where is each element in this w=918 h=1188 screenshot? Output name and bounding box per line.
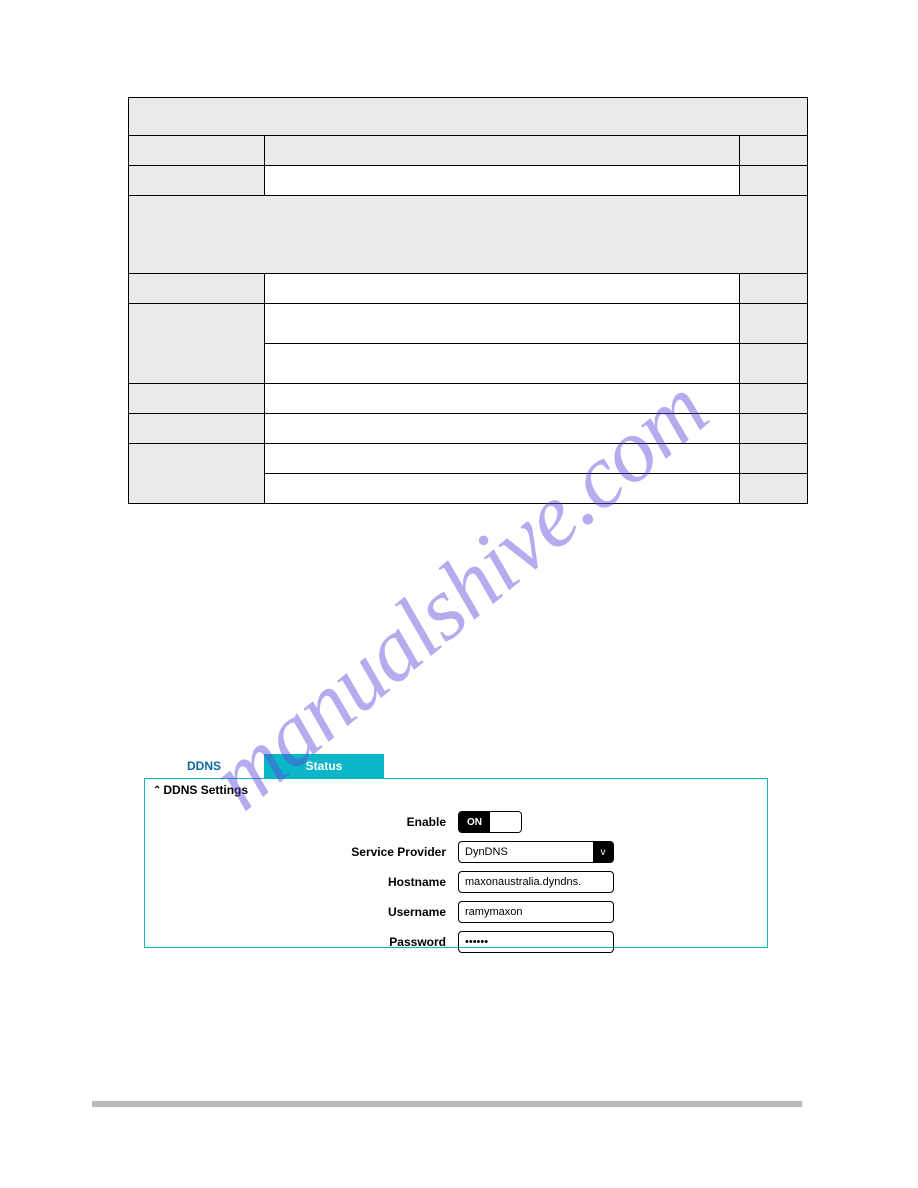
table-cell bbox=[264, 474, 739, 504]
hostname-input[interactable]: maxonaustralia.dyndns. bbox=[458, 871, 614, 893]
table-cell bbox=[264, 414, 739, 444]
table-cell bbox=[129, 274, 265, 304]
table-cell bbox=[264, 344, 739, 384]
table-cell bbox=[264, 166, 739, 196]
table-row bbox=[129, 196, 808, 274]
table-cell bbox=[740, 414, 808, 444]
password-label: Password bbox=[153, 935, 458, 949]
panel-title: DDNS Settings bbox=[163, 783, 248, 797]
table-cell bbox=[264, 274, 739, 304]
toggle-on-label: ON bbox=[459, 812, 490, 832]
table-cell bbox=[740, 384, 808, 414]
table-cell bbox=[129, 136, 265, 166]
parameters-table bbox=[128, 97, 808, 504]
chevron-down-icon: v bbox=[593, 842, 613, 862]
table-cell bbox=[740, 166, 808, 196]
tab-ddns[interactable]: DDNS bbox=[144, 754, 264, 778]
password-input[interactable]: •••••• bbox=[458, 931, 614, 953]
ddns-settings-panel: ⌃ DDNS Settings Enable ON Service Provid… bbox=[144, 778, 768, 948]
enable-label: Enable bbox=[153, 815, 458, 829]
table-cell bbox=[264, 384, 739, 414]
footer-divider bbox=[92, 1101, 802, 1107]
toggle-off-side bbox=[490, 812, 521, 832]
table-cell bbox=[129, 166, 265, 196]
table-cell bbox=[264, 136, 739, 166]
table-cell bbox=[129, 444, 265, 504]
table-cell bbox=[264, 444, 739, 474]
table-cell bbox=[740, 344, 808, 384]
chevron-up-icon: ⌃ bbox=[153, 785, 161, 796]
table-cell bbox=[129, 384, 265, 414]
table-cell bbox=[740, 136, 808, 166]
service-provider-select[interactable]: DynDNS v bbox=[458, 841, 614, 863]
username-label: Username bbox=[153, 905, 458, 919]
service-provider-label: Service Provider bbox=[153, 845, 458, 859]
table-cell bbox=[264, 304, 739, 344]
table-cell bbox=[740, 474, 808, 504]
enable-toggle[interactable]: ON bbox=[458, 811, 522, 833]
table-cell bbox=[740, 274, 808, 304]
accordion-header[interactable]: ⌃ DDNS Settings bbox=[153, 783, 759, 797]
table-cell bbox=[740, 304, 808, 344]
tab-status[interactable]: Status bbox=[264, 754, 384, 778]
table-cell bbox=[129, 414, 265, 444]
hostname-label: Hostname bbox=[153, 875, 458, 889]
table-row bbox=[129, 98, 808, 136]
table-cell bbox=[740, 444, 808, 474]
table-cell bbox=[129, 304, 265, 384]
username-input[interactable]: ramymaxon bbox=[458, 901, 614, 923]
service-provider-value: DynDNS bbox=[459, 842, 593, 862]
tab-strip: DDNS Status bbox=[144, 754, 768, 778]
